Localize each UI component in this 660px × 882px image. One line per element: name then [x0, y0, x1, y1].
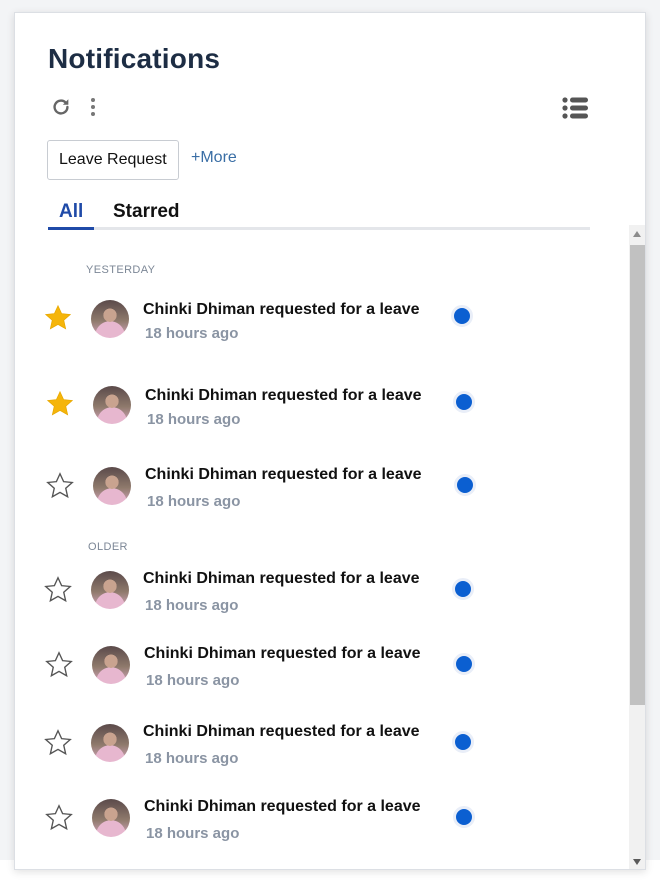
notification-item[interactable]: Chinki Dhiman requested for a leave 18 h… [15, 569, 627, 629]
list-view-icon[interactable] [561, 96, 591, 120]
leave-request-filter-chip[interactable]: Leave Request [47, 140, 179, 180]
notification-time: 18 hours ago [145, 750, 239, 767]
notification-message: Chinki Dhiman requested for a leave [144, 798, 421, 815]
unread-dot [452, 578, 474, 600]
tab-starred[interactable]: Starred [113, 201, 180, 223]
notification-item[interactable]: Chinki Dhiman requested for a leave 18 h… [15, 298, 627, 358]
notifications-panel: Notifications Leave Request +More All St… [14, 12, 646, 870]
unread-dot [453, 391, 475, 413]
notification-message: Chinki Dhiman requested for a leave [145, 466, 422, 483]
panel-title: Notifications [48, 43, 221, 74]
notification-message: Chinki Dhiman requested for a leave [143, 301, 420, 318]
scrollbar-thumb[interactable] [630, 245, 645, 705]
avatar [93, 386, 131, 424]
refresh-icon[interactable] [50, 96, 72, 118]
unread-dot [451, 305, 473, 327]
notification-message: Chinki Dhiman requested for a leave [144, 645, 421, 662]
notification-time: 18 hours ago [146, 672, 240, 689]
star-outline-icon[interactable] [43, 728, 73, 758]
avatar [91, 571, 129, 609]
avatar [92, 646, 130, 684]
unread-dot [452, 731, 474, 753]
scroll-up-arrow-icon[interactable] [629, 225, 645, 243]
notification-time: 18 hours ago [145, 597, 239, 614]
star-outline-icon[interactable] [44, 650, 74, 680]
star-filled-icon[interactable] [43, 303, 73, 333]
avatar [93, 467, 131, 505]
notification-item[interactable]: Chinki Dhiman requested for a leave 18 h… [15, 722, 627, 782]
notification-message: Chinki Dhiman requested for a leave [143, 723, 420, 740]
notification-item[interactable]: Chinki Dhiman requested for a leave 18 h… [15, 384, 627, 444]
notification-time: 18 hours ago [146, 825, 240, 842]
avatar [91, 300, 129, 338]
notification-time: 18 hours ago [147, 493, 241, 510]
star-outline-icon[interactable] [45, 471, 75, 501]
unread-dot [454, 474, 476, 496]
section-label-yesterday: YESTERDAY [86, 264, 156, 276]
notification-item[interactable]: Chinki Dhiman requested for a leave 18 h… [15, 797, 627, 857]
tab-divider [48, 227, 590, 230]
notification-time: 18 hours ago [145, 325, 239, 342]
more-filters-link[interactable]: +More [191, 149, 237, 167]
tab-all[interactable]: All [59, 201, 83, 223]
unread-dot [453, 806, 475, 828]
section-label-older: OLDER [88, 541, 128, 553]
notification-item[interactable]: Chinki Dhiman requested for a leave 18 h… [15, 644, 627, 704]
scroll-down-arrow-icon[interactable] [629, 853, 645, 869]
notification-message: Chinki Dhiman requested for a leave [145, 387, 422, 404]
avatar [92, 799, 130, 837]
active-tab-indicator [48, 227, 94, 230]
more-vertical-icon[interactable] [85, 96, 101, 118]
notification-time: 18 hours ago [147, 411, 241, 428]
star-outline-icon[interactable] [43, 575, 73, 605]
list-scrollbar[interactable] [629, 225, 645, 869]
star-outline-icon[interactable] [44, 803, 74, 833]
notification-message: Chinki Dhiman requested for a leave [143, 570, 420, 587]
unread-dot [453, 653, 475, 675]
avatar [91, 724, 129, 762]
star-filled-icon[interactable] [45, 389, 75, 419]
notification-item[interactable]: Chinki Dhiman requested for a leave 18 h… [15, 465, 627, 525]
